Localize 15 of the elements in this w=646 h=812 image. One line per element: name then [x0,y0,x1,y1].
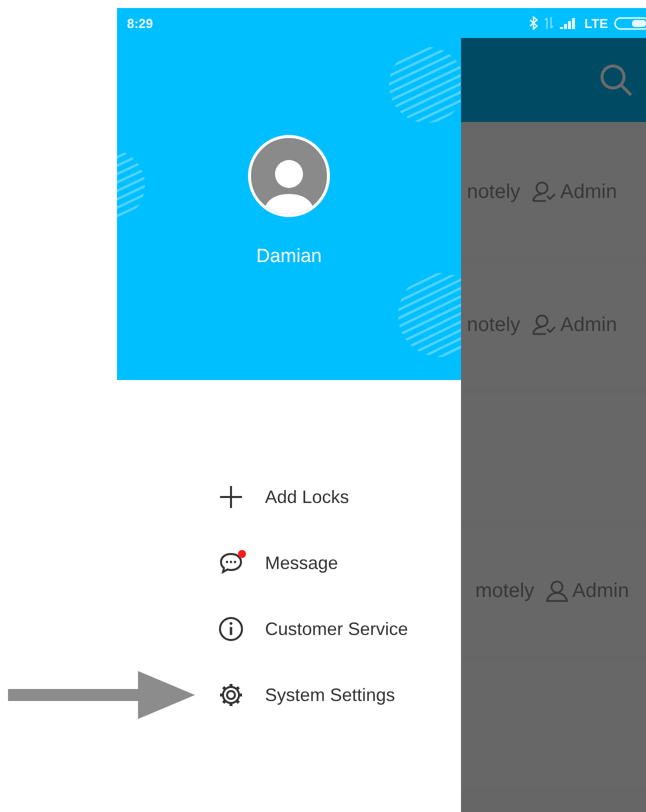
menu-item[interactable]: Add Locks [218,464,461,530]
search-icon[interactable] [598,62,634,98]
status-time: 8:29 [127,16,154,30]
data-transfer-icon [544,16,554,30]
plus-icon [218,484,244,510]
user-name: Damian [256,246,322,268]
menu-item[interactable]: System Settings [218,662,461,728]
bluetooth-icon [529,16,538,30]
menu-item[interactable]: Message [218,530,461,596]
settings-icon [218,682,244,708]
chat-bubble-icon [218,550,244,576]
battery-icon [614,16,646,30]
network-type: LTE [584,16,608,30]
menu-item[interactable]: Customer Service [218,596,461,662]
info-icon [218,616,244,642]
